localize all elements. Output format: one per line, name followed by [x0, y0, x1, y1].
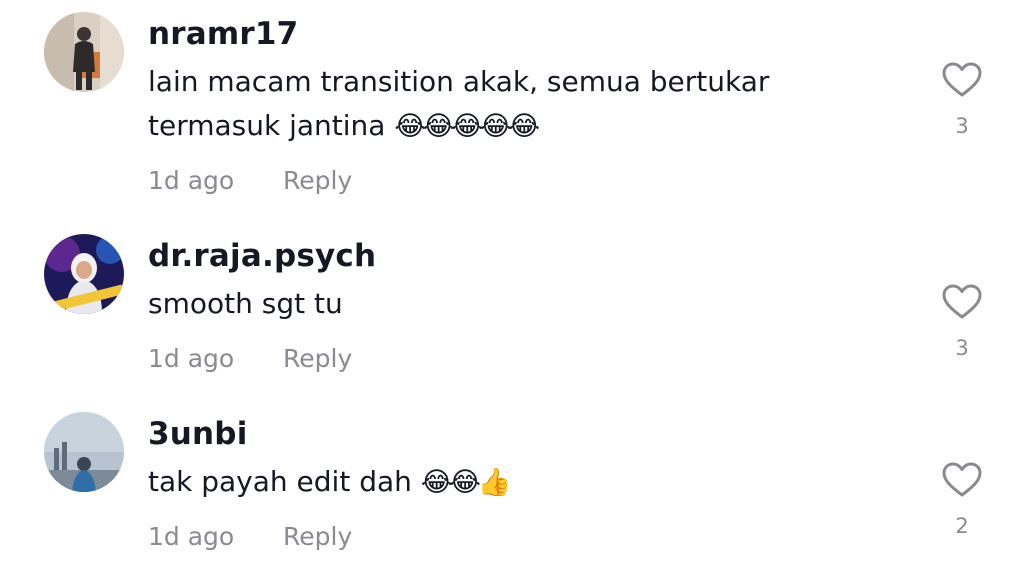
avatar-image — [44, 12, 124, 92]
like-button[interactable] — [942, 284, 982, 320]
username[interactable]: 3unbi — [148, 416, 248, 452]
avatar[interactable] — [44, 12, 124, 92]
like-button[interactable] — [942, 462, 982, 498]
comment-emojis: 😂😂😂😂😂 — [394, 111, 540, 142]
comment-text: tak payah edit dah 😂😂👍 — [148, 460, 908, 505]
comment-item: dr.raja.psych smooth sgt tu 1d ago Reply… — [0, 210, 1024, 390]
avatar[interactable] — [44, 234, 124, 314]
heart-outline-icon — [942, 62, 982, 97]
comment-text-body: smooth sgt tu — [148, 287, 343, 320]
like-count: 3 — [955, 336, 969, 360]
comment-timestamp: 1d ago — [148, 344, 235, 373]
comment-timestamp: 1d ago — [148, 522, 235, 551]
heart-outline-icon — [942, 462, 982, 497]
username[interactable]: nramr17 — [148, 16, 298, 52]
username[interactable]: dr.raja.psych — [148, 238, 376, 274]
like-count: 3 — [955, 114, 969, 138]
comment-text-body: tak payah edit dah — [148, 465, 412, 498]
comment-item: 3unbi tak payah edit dah 😂😂👍 1d ago Repl… — [0, 390, 1024, 580]
reply-button[interactable]: Reply — [283, 522, 352, 551]
avatar-image — [44, 412, 124, 492]
avatar[interactable] — [44, 412, 124, 492]
comment-text: smooth sgt tu — [148, 282, 908, 326]
comment-item: nramr17 lain macam transition akak, semu… — [0, 0, 1024, 210]
heart-outline-icon — [942, 284, 982, 319]
comment-text: lain macam transition akak, semua bertuk… — [148, 60, 908, 149]
like-button[interactable] — [942, 62, 982, 98]
reply-button[interactable]: Reply — [283, 166, 352, 195]
avatar-image — [44, 234, 124, 314]
comment-emojis: 😂😂👍 — [420, 467, 512, 498]
reply-button[interactable]: Reply — [283, 344, 352, 373]
comment-timestamp: 1d ago — [148, 166, 235, 195]
like-count: 2 — [955, 514, 969, 538]
